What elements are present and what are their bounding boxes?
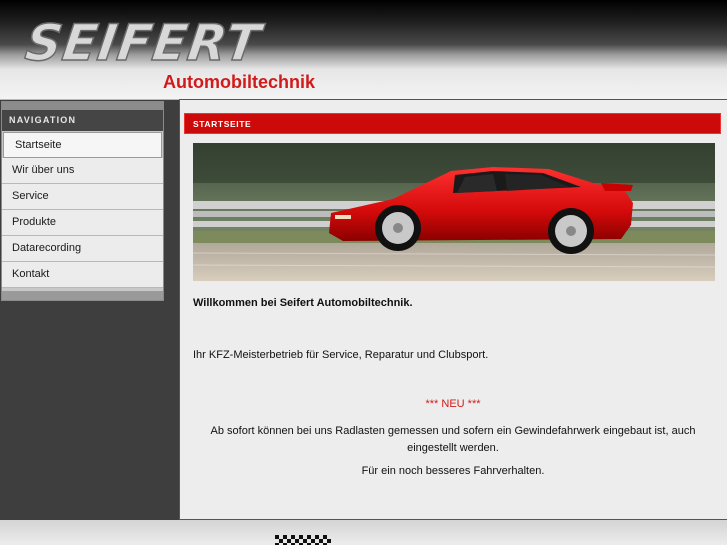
news-line-1: Ab sofort können bei uns Radlasten gemes… [210, 425, 696, 437]
main-content: STARTSEITE Willkommen bei Seifert Automo… [179, 99, 727, 520]
intro-text: Ihr KFZ-Meisterbetrieb für Service, Repa… [193, 349, 489, 361]
brand-subtitle: Automobiltechnik [163, 72, 315, 92]
checkered-flag-icon [275, 534, 331, 545]
nav-item-datarecording[interactable]: Datarecording [2, 236, 163, 262]
nav-item-service[interactable]: Service [2, 184, 163, 210]
section-title-bar: STARTSEITE [184, 113, 721, 134]
news-line-3: Für ein noch besseres Fahrverhalten. [361, 465, 545, 477]
navigation-panel: NAVIGATION Startseite Wir über uns Servi… [1, 101, 164, 301]
sidebar: NAVIGATION Startseite Wir über uns Servi… [0, 99, 179, 520]
section-title: STARTSEITE [193, 119, 252, 129]
nav-item-startseite[interactable]: Startseite [3, 132, 162, 158]
news-text: Ab sofort können bei uns Radlasten gemes… [180, 423, 726, 457]
nav-item-produkte[interactable]: Produkte [2, 210, 163, 236]
page-footer [0, 520, 727, 545]
nav-list: Startseite Wir über uns Service Produkte… [2, 131, 163, 288]
hero-car-image [193, 143, 715, 281]
nav-top-strip [2, 102, 163, 110]
navigation-title: NAVIGATION [2, 110, 163, 131]
news-line-2: eingestellt werden. [407, 442, 499, 454]
news-label: *** NEU *** [425, 398, 481, 410]
nav-item-kontakt[interactable]: Kontakt [2, 262, 163, 288]
brand-logo[interactable]: SEIFERT [21, 13, 265, 73]
page-header: SEIFERT Automobiltechnik [0, 0, 727, 99]
nav-bottom-strip [2, 291, 163, 300]
nav-item-wir-ueber-uns[interactable]: Wir über uns [2, 158, 163, 184]
welcome-heading: Willkommen bei Seifert Automobiltechnik. [193, 297, 413, 309]
